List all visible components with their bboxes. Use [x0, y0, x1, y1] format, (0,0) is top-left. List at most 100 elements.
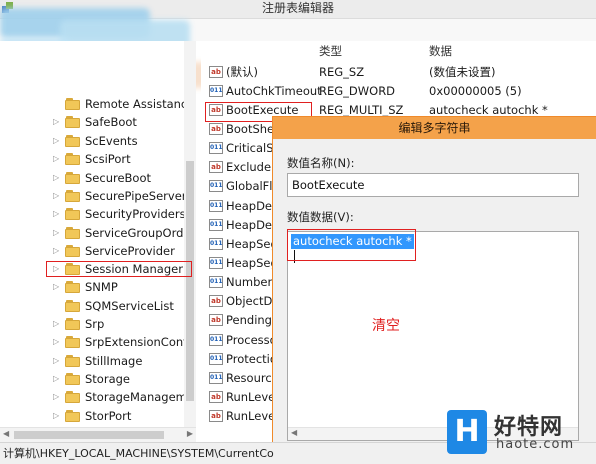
annotation-clear: 清空	[372, 318, 400, 334]
string-value-icon: ab	[209, 123, 223, 135]
registry-tree-pane[interactable]: Remote Assistance ▷ SafeBoot ▷ ScEvents ▷ S…	[0, 41, 196, 427]
string-value-icon: ab	[209, 391, 223, 403]
scroll-left-arrow-icon[interactable]: ◀	[3, 429, 9, 438]
value-type: REG_SZ	[319, 65, 365, 79]
tree-item[interactable]: ▷ StorageManagement	[53, 388, 196, 406]
expand-arrow-icon[interactable]: ▷	[53, 187, 63, 205]
expand-arrow-icon[interactable]: ▷	[53, 278, 63, 296]
tree-item-label: SecurityProviders	[85, 207, 186, 221]
tree-item-label: StorPort	[85, 409, 132, 423]
folder-icon	[65, 153, 81, 165]
tree-item[interactable]: ▷ Srp	[53, 315, 104, 333]
tree-item[interactable]: ▷ SecurityProviders	[53, 205, 186, 223]
column-header-type[interactable]: 类型	[319, 41, 342, 61]
tree-item-label: SafeBoot	[85, 115, 137, 129]
expand-arrow-icon[interactable]: ▷	[53, 113, 63, 131]
value-data: (数值未设置)	[429, 65, 496, 79]
binary-value-icon: 011	[209, 334, 223, 346]
watermark-site-url: haote.com	[496, 437, 575, 452]
tree-item[interactable]: ▷ StillImage	[53, 352, 142, 370]
haote-logo-icon: H	[447, 410, 487, 454]
folder-icon	[65, 227, 81, 239]
scroll-right-arrow-icon[interactable]: ▶	[187, 429, 193, 438]
logo-letter: H	[454, 414, 480, 449]
column-header-data[interactable]: 数据	[429, 41, 452, 61]
binary-value-icon: 011	[209, 200, 223, 212]
expand-arrow-icon[interactable]: ▷	[53, 407, 63, 425]
string-value-icon: ab	[209, 314, 223, 326]
tree-item[interactable]: ▷ SrpExtensionConfig	[53, 333, 196, 351]
binary-value-icon: 011	[209, 219, 223, 231]
tree-item[interactable]: ▷ StorPort	[53, 407, 131, 425]
string-value-icon: ab	[209, 161, 223, 173]
folder-icon	[65, 172, 81, 184]
tree-item[interactable]: ▷ SecureBoot	[53, 169, 151, 187]
expand-arrow-icon[interactable]: ▷	[53, 315, 63, 333]
tree-vertical-scrollbar[interactable]	[184, 41, 196, 427]
expand-arrow-icon[interactable]: ▷	[53, 132, 63, 150]
tree-item-label: SQMServiceList	[85, 299, 174, 313]
tree-item-label: SrpExtensionConfig	[85, 335, 196, 349]
tree-item-label: ScsiPort	[85, 152, 131, 166]
tree-item[interactable]: ▷ ServiceGroupOrder	[53, 224, 195, 242]
tree-item[interactable]: SQMServiceList	[53, 297, 174, 315]
binary-value-icon: 011	[209, 238, 223, 250]
value-row[interactable]: 011 AutoChkTimeout REG_DWORD 0x00000005 (5)	[201, 82, 522, 101]
expand-arrow-icon[interactable]: ▷	[53, 352, 63, 370]
edit-multi-string-dialog[interactable]: 编辑多字符串 数值名称(N): BootExecute 数值数据(V): aut…	[272, 116, 596, 442]
expand-arrow-icon[interactable]: ▷	[53, 150, 63, 168]
binary-value-icon: 011	[209, 257, 223, 269]
tree-item[interactable]: ▷ ServiceProvider	[53, 242, 175, 260]
tree-item[interactable]: ▷ Storage	[53, 370, 130, 388]
value-data-label: 数值数据(V):	[287, 210, 354, 224]
dialog-title[interactable]: 编辑多字符串	[273, 117, 596, 139]
string-value-icon: ab	[209, 66, 223, 78]
expand-arrow-icon[interactable]: ▷	[53, 333, 63, 351]
expand-arrow-icon[interactable]: ▷	[53, 242, 63, 260]
binary-value-icon: 011	[209, 180, 223, 192]
folder-icon	[65, 355, 81, 367]
tree-item[interactable]: ▷ ScsiPort	[53, 150, 131, 168]
value-name-field[interactable]: BootExecute	[287, 173, 579, 197]
folder-icon	[65, 336, 81, 348]
value-row[interactable]: ab (默认) REG_SZ (数值未设置)	[201, 63, 495, 82]
expand-arrow-icon[interactable]: ▷	[53, 388, 63, 406]
expand-arrow-icon[interactable]: ▷	[53, 224, 63, 242]
tree-item-label: SecureBoot	[85, 171, 152, 185]
expand-arrow-icon[interactable]: ▷	[53, 169, 63, 187]
tree-item[interactable]: ▷ SecurePipeServers	[53, 187, 193, 205]
tree-item-label: Storage	[85, 372, 130, 386]
tree-item-label: ScEvents	[85, 134, 138, 148]
binary-value-icon: 011	[209, 353, 223, 365]
tree-item-label: StillImage	[85, 354, 143, 368]
binary-value-icon: 011	[209, 372, 223, 384]
folder-icon	[65, 318, 81, 330]
tree-item-label: Srp	[85, 317, 105, 331]
expand-arrow-icon[interactable]: ▷	[53, 370, 63, 388]
tree-item-label: StorageManagement	[85, 390, 196, 404]
tree-item[interactable]: ▷ ScEvents	[53, 132, 138, 150]
folder-icon	[65, 98, 81, 110]
tree-item-label: ServiceGroupOrder	[85, 226, 196, 240]
scroll-left-arrow-icon[interactable]: ◀	[291, 428, 297, 437]
binary-value-icon: 011	[209, 142, 223, 154]
folder-icon	[65, 300, 81, 312]
folder-icon	[65, 245, 81, 257]
binary-value-icon: 011	[209, 85, 223, 97]
expand-arrow-icon[interactable]: ▷	[53, 205, 63, 223]
scrollbar-thumb[interactable]	[14, 431, 164, 439]
folder-icon	[65, 281, 81, 293]
tree-item[interactable]: ▷ SNMP	[53, 278, 118, 296]
scrollbar-thumb[interactable]	[186, 161, 194, 401]
value-type: REG_DWORD	[319, 84, 396, 98]
binary-value-icon: 011	[209, 276, 223, 288]
value-row[interactable]: ab BootShell	[201, 120, 281, 139]
string-value-icon: ab	[209, 410, 223, 422]
tree-item[interactable]: ▷ SafeBoot	[53, 113, 137, 131]
folder-icon	[65, 373, 81, 385]
value-data: 0x00000005 (5)	[429, 84, 522, 98]
tree-horizontal-scrollbar[interactable]: ◀ ▶	[0, 427, 196, 442]
folder-icon	[65, 410, 81, 422]
tree-item[interactable]: Remote Assistance	[53, 95, 194, 113]
folder-icon	[65, 135, 81, 147]
